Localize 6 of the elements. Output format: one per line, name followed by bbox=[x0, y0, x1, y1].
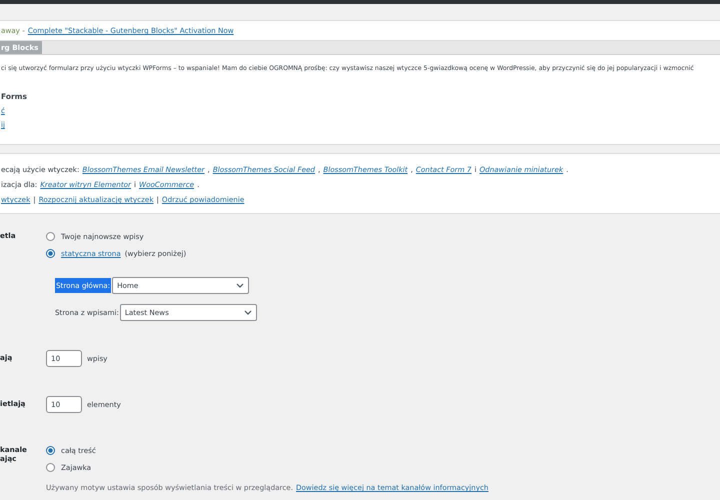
chevron-down-icon bbox=[236, 283, 244, 288]
radio-button[interactable] bbox=[46, 249, 55, 258]
radio-button[interactable] bbox=[46, 463, 55, 472]
chevron-down-icon bbox=[244, 310, 252, 315]
radio-button[interactable] bbox=[46, 232, 55, 241]
radio-button[interactable] bbox=[46, 446, 55, 455]
